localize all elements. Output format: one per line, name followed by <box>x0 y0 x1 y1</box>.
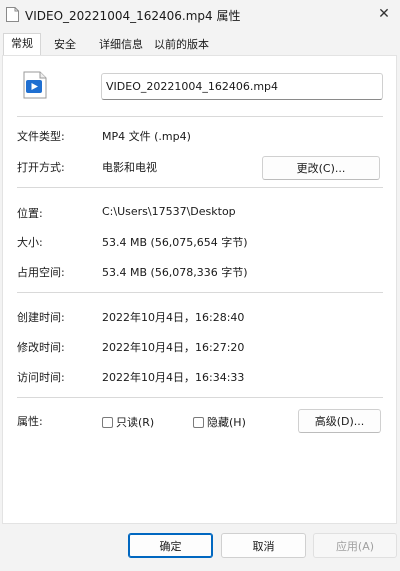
readonly-label: 只读(R) <box>116 416 155 429</box>
tab-details[interactable]: 详细信息 <box>99 36 143 52</box>
advanced-button[interactable]: 高级(D)... <box>298 409 381 433</box>
attributes-label: 属性: <box>17 415 43 428</box>
cancel-button[interactable]: 取消 <box>221 533 306 558</box>
separator <box>17 292 383 293</box>
accessed-label: 访问时间: <box>17 371 65 384</box>
modified-label: 修改时间: <box>17 341 65 354</box>
hidden-label: 隐藏(H) <box>207 416 246 429</box>
tab-previous-versions[interactable]: 以前的版本 <box>154 36 209 52</box>
ok-button[interactable]: 确定 <box>128 533 213 558</box>
location-label: 位置: <box>17 207 43 220</box>
location-value: C:\Users\17537\Desktop <box>102 205 236 218</box>
file-type-label: 文件类型: <box>17 130 65 143</box>
window-title: VIDEO_20221004_162406.mp4 属性 <box>25 9 241 23</box>
properties-dialog: VIDEO_20221004_162406.mp4 属性 ✕ 常规 安全 详细信… <box>0 0 400 571</box>
hidden-checkbox[interactable]: 隐藏(H) <box>193 414 246 430</box>
apply-button[interactable]: 应用(A) <box>313 533 397 558</box>
tab-general[interactable]: 常规 <box>3 33 41 55</box>
hidden-checkbox-box[interactable] <box>193 416 204 428</box>
size-on-disk-value: 53.4 MB (56,078,336 字节) <box>102 266 248 279</box>
title-bar: VIDEO_20221004_162406.mp4 属性 ✕ <box>0 0 400 30</box>
created-label: 创建时间: <box>17 311 65 324</box>
opens-with-value: 电影和电视 <box>102 161 157 174</box>
created-value: 2022年10月4日，16:28:40 <box>102 311 245 324</box>
readonly-checkbox[interactable]: 只读(R) <box>102 414 154 430</box>
separator <box>17 116 383 117</box>
tab-bar: 常规 安全 详细信息 以前的版本 <box>0 33 400 55</box>
close-button[interactable]: ✕ <box>370 0 398 28</box>
tab-security[interactable]: 安全 <box>54 36 76 52</box>
accessed-value: 2022年10月4日，16:34:33 <box>102 371 245 384</box>
modified-value: 2022年10月4日，16:27:20 <box>102 341 245 354</box>
file-name-input[interactable] <box>101 73 383 100</box>
close-icon: ✕ <box>378 6 390 22</box>
size-label: 大小: <box>17 236 43 249</box>
file-icon <box>6 7 19 22</box>
file-type-value: MP4 文件 (.mp4) <box>102 130 191 143</box>
size-value: 53.4 MB (56,075,654 字节) <box>102 236 248 249</box>
change-button[interactable]: 更改(C)... <box>262 156 380 180</box>
opens-with-label: 打开方式: <box>17 161 65 174</box>
size-on-disk-label: 占用空间: <box>17 266 65 279</box>
readonly-checkbox-box[interactable] <box>102 416 113 428</box>
general-panel: 文件类型: MP4 文件 (.mp4) 打开方式: 电影和电视 更改(C)...… <box>2 55 397 524</box>
separator <box>17 397 383 398</box>
separator <box>17 187 383 188</box>
video-file-icon <box>23 71 47 99</box>
